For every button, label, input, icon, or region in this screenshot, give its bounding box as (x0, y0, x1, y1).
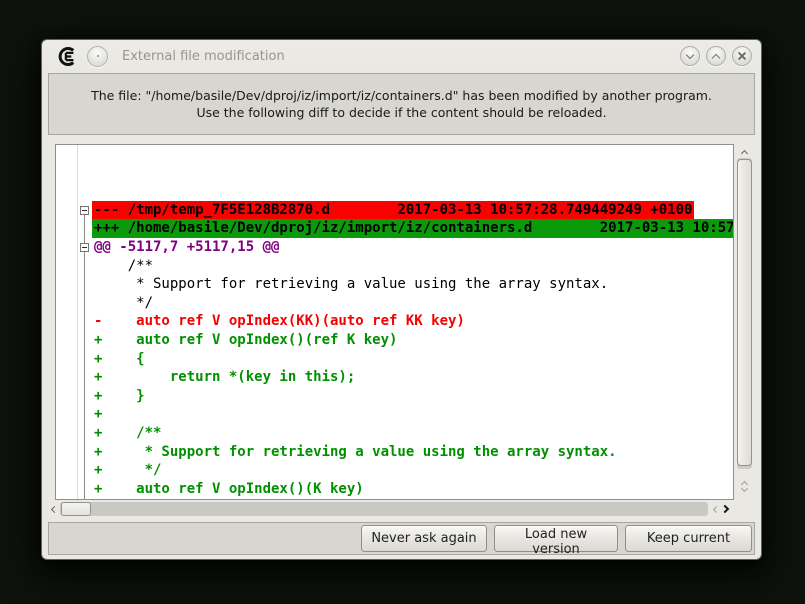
vertical-scrollbar-thumb[interactable] (737, 159, 752, 466)
diff-line: + */ (56, 461, 733, 480)
diff-line-text: + /** (92, 424, 163, 443)
horizontal-scrollbar-track[interactable] (60, 502, 708, 516)
diff-line: @@ -5117,7 +5117,15 @@ (56, 238, 733, 257)
diff-line: + auto ref V opIndex()(ref K key) (56, 331, 733, 350)
coedit-logo-icon (57, 46, 78, 67)
scroll-left-arrow[interactable] (49, 501, 60, 517)
diff-line-text: + { (92, 350, 147, 369)
chevron-up-icon (741, 149, 748, 156)
fold-tree-cell (56, 312, 92, 331)
chevron-right-icon (720, 505, 728, 513)
titlebar[interactable]: External file modification (42, 40, 761, 72)
vertical-scrollbar[interactable] (736, 145, 753, 499)
diff-line-text: + } (92, 387, 147, 406)
dialog-window: External file modification The file: "/h… (41, 39, 762, 560)
diff-line-text: @@ -5117,7 +5117,15 @@ (92, 238, 281, 257)
diff-lines: --- /tmp/temp_7F5E128B2870.d 2017-03-13 … (56, 145, 733, 499)
fold-tree-cell (56, 387, 92, 406)
message-panel: The file: "/home/basile/Dev/dproj/iz/imp… (48, 73, 755, 135)
diff-line: /** (56, 257, 733, 276)
diff-line: - auto ref V opIndex(KK)(auto ref KK key… (56, 312, 733, 331)
chevron-up-icon (712, 53, 720, 61)
chevron-down-icon (686, 50, 694, 58)
diff-line: + auto ref V opIndex()(K key) (56, 480, 733, 499)
message-line-1: The file: "/home/basile/Dev/dproj/iz/imp… (91, 87, 712, 104)
diff-line: + (56, 405, 733, 424)
fold-tree-cell (56, 405, 92, 424)
dialog-button-row: Never ask again Load new version Keep cu… (48, 522, 755, 555)
fold-tree-cell (56, 498, 92, 500)
diff-line: + return *(key in this); (56, 368, 733, 387)
horizontal-scrollbar-arrow-pair[interactable] (708, 501, 733, 517)
diff-line-text: /** (92, 257, 155, 276)
fold-tree-cell (56, 368, 92, 387)
diff-line: * Support for retrieving a value using t… (56, 275, 733, 294)
window-title: External file modification (122, 49, 285, 64)
diff-line: + { (56, 350, 733, 369)
diff-line-text: * Support for retrieving a value using t… (92, 275, 610, 294)
diff-line: --- /tmp/temp_7F5E128B2870.d 2017-03-13 … (56, 201, 733, 220)
diff-line-text: +++ /home/basile/Dev/dproj/iz/import/iz/… (92, 219, 734, 238)
diff-line-text: + auto ref V opIndex()(K key) (92, 480, 366, 499)
desktop-background: { "titlebar": { "title": "External file … (0, 0, 805, 604)
horizontal-scrollbar[interactable] (49, 501, 733, 517)
fold-collapse-icon[interactable] (80, 206, 89, 215)
diff-line-text: + * Support for retrieving a value using… (92, 443, 619, 462)
diff-line: + } (56, 387, 733, 406)
chevron-left-icon (51, 505, 58, 512)
vertical-scrollbar-track[interactable] (737, 158, 752, 469)
fold-tree-cell (56, 424, 92, 443)
diff-line-text: + */ (92, 461, 163, 480)
fold-tree-cell (56, 219, 92, 238)
fold-tree-cell (56, 275, 92, 294)
fold-tree-cell (56, 443, 92, 462)
diff-line: + * Support for retrieving a value using… (56, 443, 733, 462)
horizontal-scrollbar-thumb[interactable] (61, 502, 91, 516)
diff-line: + /** (56, 424, 733, 443)
minimize-button[interactable] (680, 46, 700, 66)
chevron-left-icon (712, 505, 719, 512)
diff-line: */ (56, 294, 733, 313)
diff-line-text: --- /tmp/temp_7F5E128B2870.d 2017-03-13 … (92, 201, 694, 220)
fold-marker-cell (56, 201, 92, 220)
diff-line-text: + (92, 405, 104, 424)
load-new-version-button[interactable]: Load new version (494, 525, 618, 552)
fold-tree-cell (56, 331, 92, 350)
diff-line: +++ /home/basile/Dev/dproj/iz/import/iz/… (56, 219, 733, 238)
diff-line: { (56, 498, 733, 500)
fold-tree-cell (56, 480, 92, 499)
diff-view[interactable]: --- /tmp/temp_7F5E128B2870.d 2017-03-13 … (55, 144, 734, 500)
fold-collapse-icon[interactable] (80, 243, 89, 252)
diff-line-text: + auto ref V opIndex()(ref K key) (92, 331, 399, 350)
message-line-2: Use the following diff to decide if the … (196, 104, 606, 121)
keep-current-button[interactable]: Keep current (625, 525, 752, 552)
window-menu-button[interactable] (87, 46, 108, 67)
diff-line-text: - auto ref V opIndex(KK)(auto ref KK key… (92, 312, 467, 331)
vertical-scrollbar-arrow-pair[interactable] (737, 471, 752, 498)
close-button[interactable] (732, 46, 752, 66)
fold-tree-cell (56, 294, 92, 313)
scroll-up-arrow[interactable] (737, 145, 752, 158)
diff-line-text: */ (92, 294, 155, 313)
close-icon (737, 51, 747, 61)
fold-tree-cell (56, 461, 92, 480)
fold-tree-cell (56, 350, 92, 369)
diff-line-text: { (92, 498, 138, 500)
diff-line-text: + return *(key in this); (92, 368, 357, 387)
never-ask-again-button[interactable]: Never ask again (361, 525, 487, 552)
maximize-button[interactable] (706, 46, 726, 66)
fold-tree-cell (56, 257, 92, 276)
diff-container: --- /tmp/temp_7F5E128B2870.d 2017-03-13 … (48, 143, 755, 519)
fold-marker-cell (56, 238, 92, 257)
